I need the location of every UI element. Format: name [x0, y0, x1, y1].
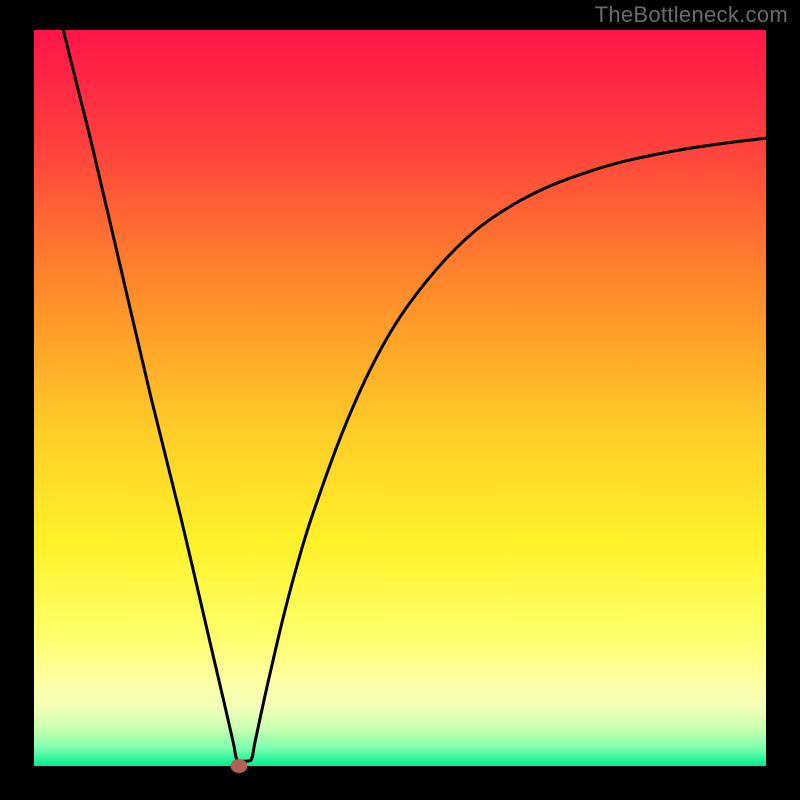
- attribution-label: TheBottleneck.com: [595, 2, 788, 28]
- optimum-marker-icon: [231, 760, 247, 773]
- plot-area: [34, 30, 766, 766]
- bottleneck-chart: [0, 0, 800, 800]
- chart-container: TheBottleneck.com: [0, 0, 800, 800]
